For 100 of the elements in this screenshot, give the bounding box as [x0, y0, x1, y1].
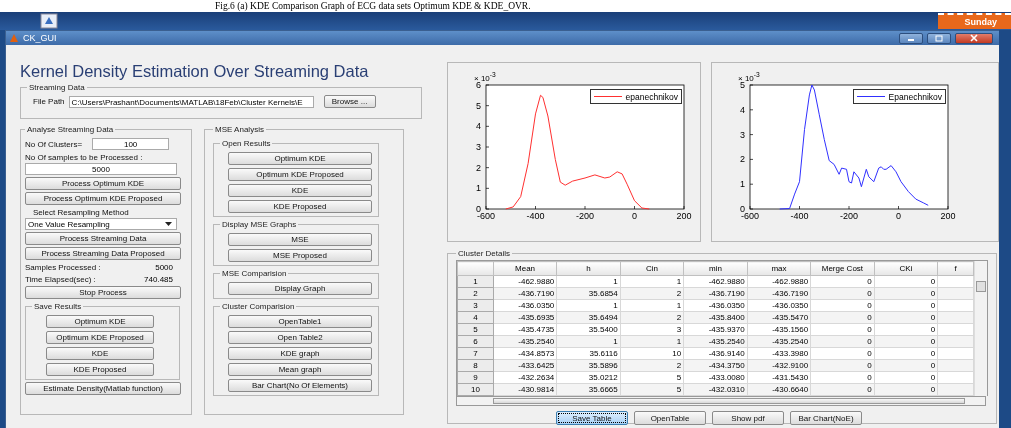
- column-header: min: [683, 261, 748, 276]
- group-label: Cluster Details: [457, 249, 511, 258]
- file-path-field[interactable]: C:\Users\Prashant\Documents\MATLAB\18Feb\Cluster Kernels\E: [68, 95, 314, 108]
- close-icon: [970, 34, 978, 42]
- gui-button[interactable]: KDE: [46, 347, 154, 360]
- axis-multiplier: × 10$^{-3}$: [738, 71, 760, 83]
- gui-button[interactable]: MSE Proposed: [228, 249, 372, 262]
- gui-button[interactable]: Process Optimum KDE: [25, 177, 181, 190]
- field-label: Select Resampling Method: [33, 208, 130, 217]
- gui-button[interactable]: Process Streaming Data Proposed: [25, 247, 181, 260]
- table-button[interactable]: OpenTable: [634, 411, 706, 425]
- column-header: Merge Cost: [810, 261, 875, 276]
- caret-icon: [165, 222, 172, 226]
- maximize-icon: [935, 34, 943, 42]
- x-tick: [848, 205, 850, 210]
- tick-label: -200: [576, 211, 594, 221]
- legend-label: Epanechnikov: [888, 91, 942, 102]
- x-tick: [535, 205, 536, 210]
- y-tick: [485, 167, 490, 168]
- figure-caption: Fig.6 (a) KDE Comparison Graph of ECG data sets Optimum KDE & KDE_OVR.: [215, 0, 531, 12]
- field-value: 740.485: [144, 275, 173, 284]
- gui-button[interactable]: KDE graph: [228, 347, 372, 360]
- x-tick: [947, 205, 949, 210]
- tick-label: 2: [476, 162, 481, 173]
- x-tick: [584, 205, 586, 210]
- gui-button[interactable]: KDE Proposed: [46, 363, 154, 376]
- tick-label: 3: [476, 142, 481, 152]
- tick-label: 3: [740, 129, 745, 140]
- app-heading: Kernel Density Estimation Over Streaming Data: [20, 62, 370, 81]
- column-header: f: [937, 261, 974, 276]
- gui-button[interactable]: Mean graph: [228, 363, 372, 376]
- column-header: Mean: [493, 261, 557, 276]
- tick-label: -200: [840, 211, 858, 221]
- tick-label: 200: [676, 211, 692, 221]
- group-label: Save Results: [33, 302, 83, 311]
- table-button[interactable]: Show pdf: [712, 411, 784, 425]
- field-label: File Path: [33, 97, 65, 106]
- y-tick: [485, 126, 490, 127]
- gui-button[interactable]: Display Graph: [228, 282, 372, 295]
- tick-label: 4: [740, 104, 745, 115]
- y-tick: [749, 159, 754, 160]
- gui-button[interactable]: Optimum KDE: [46, 315, 154, 328]
- minimize-button[interactable]: [899, 32, 923, 44]
- samples-field[interactable]: 5000: [25, 163, 177, 175]
- field-label: Samples Processed :: [25, 263, 101, 272]
- gui-button[interactable]: Stop Process: [25, 286, 181, 299]
- y-tick: [485, 84, 490, 86]
- gui-button[interactable]: OpenTable1: [228, 315, 372, 328]
- x-tick: [898, 205, 899, 210]
- gui-button[interactable]: Optimum KDE Proposed: [46, 331, 154, 344]
- table-button[interactable]: Save Table: [556, 411, 628, 425]
- shortcut-icon[interactable]: [40, 13, 58, 29]
- gui-button[interactable]: Optimum KDE: [228, 152, 372, 165]
- group-label: Open Results: [221, 139, 272, 148]
- field-label: Time Elapsed(sec) :: [25, 275, 96, 284]
- group-label: Display MSE Graphs: [221, 220, 298, 229]
- maximize-button[interactable]: [927, 32, 951, 44]
- tick-label: 0: [632, 211, 637, 221]
- y-tick: [749, 208, 754, 210]
- field-label: No Of Clusters=: [25, 139, 83, 149]
- tick-label: 1: [740, 179, 745, 190]
- y-tick: [485, 188, 490, 189]
- clusters-field[interactable]: 100: [92, 138, 170, 150]
- y-tick: [485, 208, 490, 210]
- browse-button[interactable]: Browse ...: [323, 95, 376, 108]
- field-label: No Of samples to be Processed :: [25, 153, 144, 162]
- tick-label: 0: [896, 211, 901, 221]
- y-tick: [749, 84, 754, 86]
- field-value: 5000: [155, 263, 173, 272]
- vertical-scrollbar[interactable]: [974, 261, 987, 396]
- gui-button[interactable]: Estimate Density(Matlab function): [25, 382, 181, 395]
- gui-button[interactable]: Optimum KDE Proposed: [228, 168, 372, 181]
- y-tick: [485, 105, 490, 106]
- group-label: MSE Comparision: [221, 269, 288, 278]
- resampling-dropdown[interactable]: One Value Resampling: [25, 218, 177, 230]
- x-tick: [485, 205, 487, 210]
- x-tick: [799, 205, 800, 210]
- gui-button[interactable]: Open Table2: [228, 331, 372, 344]
- y-tick: [749, 183, 754, 185]
- gui-button[interactable]: KDE: [228, 184, 372, 197]
- app-icon: [9, 33, 19, 43]
- gui-button[interactable]: Process Optimum KDE Proposed: [25, 192, 181, 205]
- group-label: MSE Analysis: [214, 125, 265, 134]
- y-tick: [749, 134, 754, 135]
- close-button[interactable]: [955, 32, 993, 44]
- group-label: Cluster Comparision: [221, 302, 296, 311]
- tick-label: 5: [476, 100, 481, 111]
- gui-button[interactable]: Bar Chart(No Of Elements): [228, 379, 372, 392]
- y-tick: [485, 146, 490, 148]
- horizontal-scrollbar[interactable]: [456, 396, 986, 406]
- gui-button[interactable]: KDE Proposed: [228, 200, 372, 213]
- gui-button[interactable]: Process Streaming Data: [25, 232, 181, 245]
- group-label: Analyse Streaming Data: [26, 125, 115, 134]
- axis-multiplier: × 10$^{-3}$: [474, 71, 496, 83]
- gui-button[interactable]: MSE: [228, 233, 372, 246]
- tick-label: 5: [740, 80, 745, 90]
- x-tick: [749, 205, 751, 210]
- table-button[interactable]: Bar Chart(NoE): [790, 411, 862, 425]
- legend-label: epanechnikov: [625, 91, 678, 102]
- group-label: Streaming Data: [28, 83, 86, 92]
